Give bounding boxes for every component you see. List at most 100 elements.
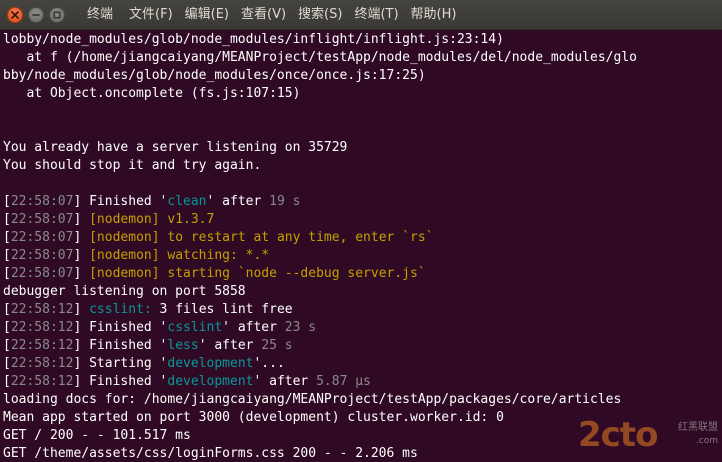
terminal-text-segment: 5.87 μs	[316, 374, 371, 389]
terminal-text-segment: [	[3, 266, 11, 281]
terminal-text-segment: csslint:	[89, 302, 152, 317]
maximize-icon	[53, 11, 61, 18]
terminal-line: at Object.oncomplete (fs.js:107:15)	[3, 85, 722, 103]
terminal-text-segment: ] Finished '	[73, 194, 168, 209]
terminal-text-segment: [	[3, 374, 11, 389]
terminal-text-segment: [nodemon] to restart at any time, enter …	[89, 230, 434, 245]
terminal-line: GET /theme/assets/css/loginForms.css 200…	[3, 445, 722, 462]
terminal-text-segment: ]	[73, 248, 90, 263]
terminal-text-segment: csslint	[167, 320, 223, 335]
terminal-text-segment: 23 s	[284, 320, 317, 335]
menu-file[interactable]: 文件(F)	[123, 0, 179, 30]
terminal-text-segment: [	[3, 356, 11, 371]
terminal-text-segment: ] Finished '	[73, 320, 168, 335]
terminal-text-segment: GET /theme/assets/css/loginForms.css 200…	[3, 446, 418, 461]
terminal-text-segment: development	[167, 356, 254, 371]
terminal-line: debugger listening on port 5858	[3, 283, 722, 301]
terminal-text-segment: Mean app started on port 3000 (developme…	[3, 410, 504, 425]
terminal-line: [22:58:07] [nodemon] starting `node --de…	[3, 265, 722, 283]
menu-terminal[interactable]: 终端(T)	[348, 0, 404, 30]
terminal-text-segment: [	[3, 212, 11, 227]
terminal-text-segment: ] Starting '	[73, 356, 168, 371]
terminal-text-segment: at f (/home/jiangcaiyang/MEANProject/tes…	[3, 50, 637, 65]
terminal-text-segment: 22:58:12	[10, 320, 74, 335]
terminal-text-segment: 22:58:07	[10, 248, 74, 263]
terminal-text-segment: [nodemon] starting `node --debug server.…	[89, 266, 426, 281]
terminal-line: You already have a server listening on 3…	[3, 139, 722, 157]
terminal-text-segment: [	[3, 248, 11, 263]
window-title: 终端	[87, 6, 114, 22]
menu-edit[interactable]: 编辑(E)	[179, 0, 235, 30]
terminal-line: [22:58:07] Finished 'clean' after 19 s	[3, 193, 722, 211]
terminal-line: loading docs for: /home/jiangcaiyang/MEA…	[3, 391, 722, 409]
terminal-line: Mean app started on port 3000 (developme…	[3, 409, 722, 427]
terminal-text-segment: debugger listening on port 5858	[3, 284, 246, 299]
terminal-text-segment: [nodemon] watching: *.*	[89, 248, 270, 263]
terminal-text-segment: less	[167, 338, 199, 353]
terminal-text-segment: You already have a server listening on 3…	[3, 140, 348, 155]
terminal-text-segment: [	[3, 320, 11, 335]
close-button[interactable]	[7, 6, 23, 23]
terminal-line: GET / 200 - - 101.517 ms	[3, 427, 722, 445]
terminal-text-segment: ]	[73, 266, 90, 281]
terminal-text-segment: ]	[73, 302, 90, 317]
menu-bar: 终端 文件(F) 编辑(E) 查看(V) 搜索(S) 终端(T) 帮助(H)	[81, 0, 462, 30]
terminal-line: bby/node_modules/glob/node_modules/once/…	[3, 67, 722, 85]
menu-help[interactable]: 帮助(H)	[405, 0, 463, 30]
terminal-text-segment: 22:58:07	[10, 266, 74, 281]
menu-view[interactable]: 查看(V)	[235, 0, 292, 30]
terminal-line: [22:58:12] Finished 'csslint' after 23 s	[3, 319, 722, 337]
terminal-text-segment: 3 files lint free	[151, 302, 293, 317]
terminal-line: [22:58:07] [nodemon] watching: *.*	[3, 247, 722, 265]
terminal-text-segment: ]	[73, 230, 90, 245]
terminal-line: [22:58:07] [nodemon] to restart at any t…	[3, 229, 722, 247]
terminal-output[interactable]: lobby/node_modules/glob/node_modules/inf…	[0, 31, 722, 462]
terminal-text-segment: You should stop it and try again.	[3, 158, 262, 173]
close-icon	[11, 10, 19, 19]
terminal-window: 终端 文件(F) 编辑(E) 查看(V) 搜索(S) 终端(T) 帮助(H) l…	[0, 0, 722, 462]
title-bar[interactable]: 终端 文件(F) 编辑(E) 查看(V) 搜索(S) 终端(T) 帮助(H)	[0, 0, 722, 30]
terminal-line: [22:58:12] Starting 'development'...	[3, 355, 722, 373]
terminal-text-segment: bby/node_modules/glob/node_modules/once/…	[3, 68, 426, 83]
terminal-line: [22:58:12] csslint: 3 files lint free	[3, 301, 722, 319]
terminal-text-segment: 22:58:12	[10, 374, 74, 389]
terminal-text-segment: [	[3, 302, 11, 317]
terminal-line: You should stop it and try again.	[3, 157, 722, 175]
terminal-text-segment: 25 s	[261, 338, 293, 353]
terminal-line: [22:58:07] [nodemon] v1.3.7	[3, 211, 722, 229]
terminal-text-segment: 22:58:07	[10, 212, 74, 227]
terminal-text-segment: ' after	[198, 338, 262, 353]
terminal-text-segment: lobby/node_modules/glob/node_modules/inf…	[3, 32, 504, 47]
terminal-text-segment: 19 s	[269, 194, 301, 209]
terminal-text-segment: development	[167, 374, 254, 389]
terminal-text-segment: ] Finished '	[73, 374, 168, 389]
window-controls	[7, 6, 65, 23]
terminal-text-segment: ] Finished '	[73, 338, 168, 353]
terminal-text-segment: ' after	[222, 320, 285, 335]
terminal-text-segment: 22:58:12	[10, 302, 74, 317]
terminal-line: lobby/node_modules/glob/node_modules/inf…	[3, 31, 722, 49]
maximize-button[interactable]	[49, 6, 65, 23]
terminal-text-segment: clean	[167, 194, 207, 209]
terminal-text-segment: [	[3, 338, 11, 353]
terminal-text-segment: [	[3, 194, 11, 209]
menu-search[interactable]: 搜索(S)	[292, 0, 348, 30]
terminal-text-segment: 22:58:07	[10, 194, 74, 209]
terminal-line: [22:58:12] Finished 'less' after 25 s	[3, 337, 722, 355]
terminal-text-segment: 22:58:12	[10, 338, 74, 353]
terminal-text-segment: ' after	[253, 374, 317, 389]
terminal-text-segment: GET / 200 - - 101.517 ms	[3, 428, 191, 443]
terminal-text-segment: loading docs for: /home/jiangcaiyang/MEA…	[3, 392, 622, 407]
terminal-text-segment: 22:58:07	[10, 230, 74, 245]
minimize-icon	[32, 13, 40, 16]
terminal-line: [22:58:12] Finished 'development' after …	[3, 373, 722, 391]
terminal-text-segment: 22:58:12	[10, 356, 74, 371]
terminal-text-segment: '...	[253, 356, 285, 371]
terminal-text-segment: at Object.oncomplete (fs.js:107:15)	[3, 86, 301, 101]
minimize-button[interactable]	[28, 6, 44, 23]
terminal-text-segment: [nodemon] v1.3.7	[89, 212, 215, 227]
terminal-text-segment: [	[3, 230, 11, 245]
